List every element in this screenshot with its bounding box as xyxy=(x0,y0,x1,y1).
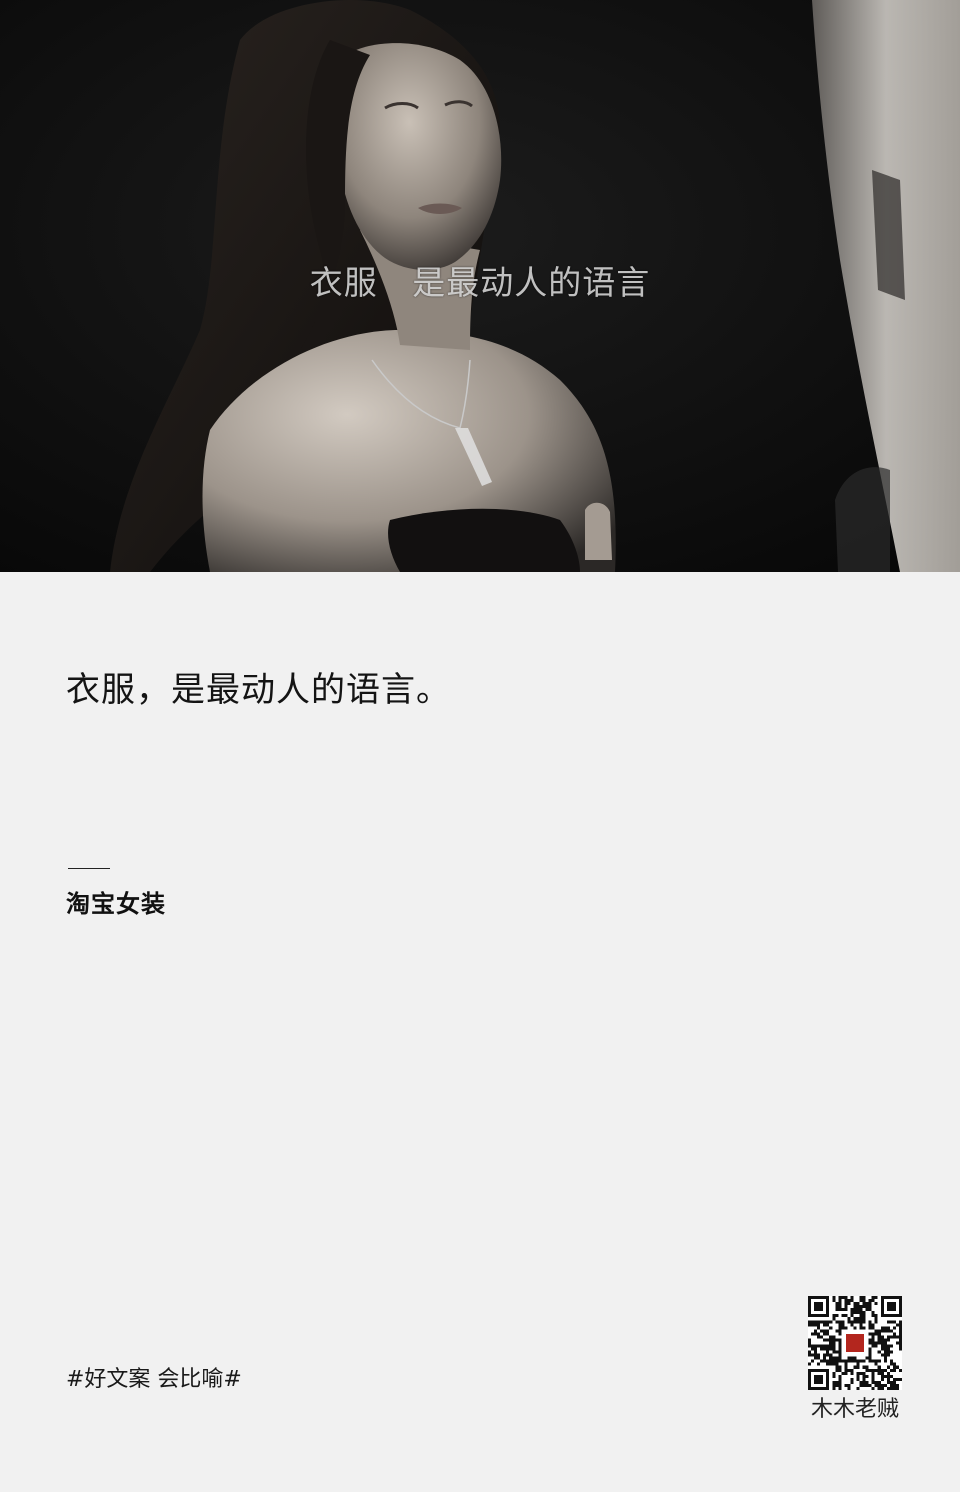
divider xyxy=(68,868,110,869)
hashtag: #好文案 会比喻# xyxy=(66,1367,242,1392)
photo-subtitle: 衣服 是最动人的语言 xyxy=(309,263,651,302)
headline: 衣服，是最动人的语言。 xyxy=(66,670,451,710)
hero-photo: 衣服 是最动人的语言 xyxy=(0,0,960,572)
seal-logo xyxy=(844,1332,866,1354)
qr-code xyxy=(808,1296,902,1390)
poster: 衣服 是最动人的语言 衣服，是最动人的语言。 淘宝女装 #好文案 会比喻# 木木… xyxy=(0,0,960,1492)
brand-name: 淘宝女装 xyxy=(66,890,166,918)
author-name: 木木老贼 xyxy=(810,1397,899,1422)
